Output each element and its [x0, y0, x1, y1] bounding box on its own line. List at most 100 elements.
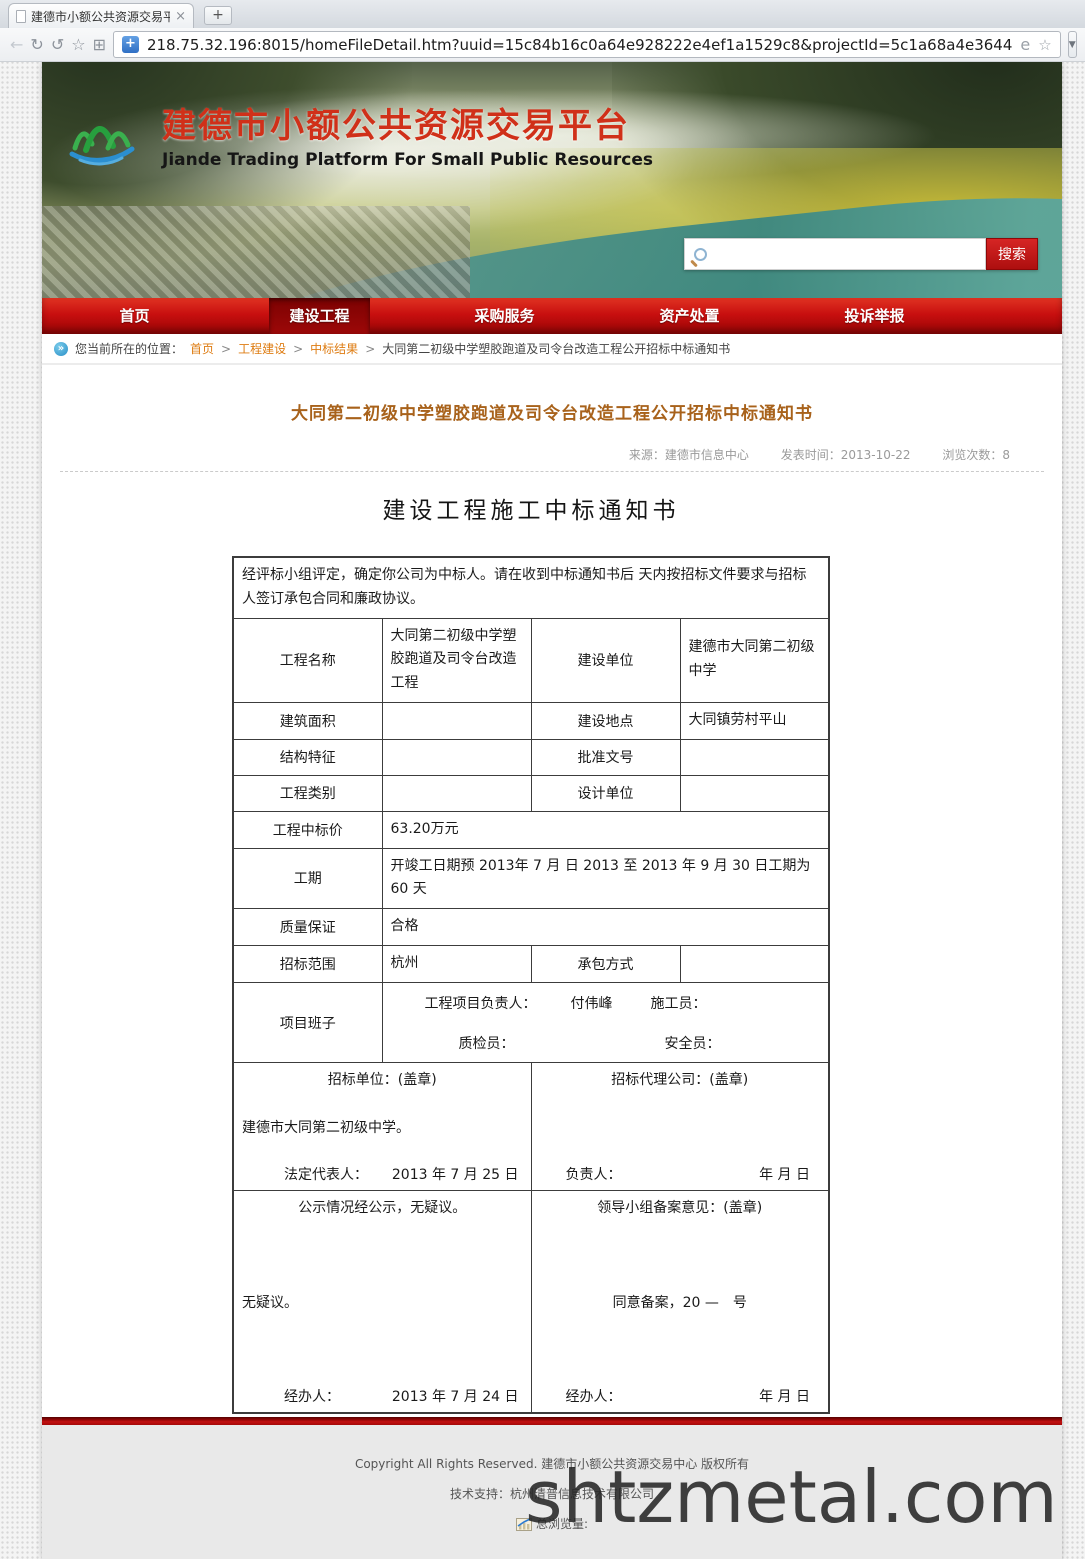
nav-item-construction[interactable]: 建设工程 [227, 298, 412, 334]
project-name-value: 大同第二初级中学塑胶跑道及司令台改造工程 [381, 617, 532, 703]
page-favicon-icon [16, 9, 26, 23]
table-row: 建筑面积 建设地点 大同镇劳村平山 [232, 701, 830, 740]
total-views-label: 总浏览量: [535, 1517, 589, 1531]
breadcrumb-separator: > [293, 341, 304, 356]
structure-label: 结构特征 [232, 738, 383, 776]
nav-item-assets[interactable]: 资产处置 [597, 298, 782, 334]
table-row-intro: 经评标小组评定，确定你公司为中标人。请在收到中标通知书后 天内按招标文件要求与招… [232, 556, 830, 619]
meta-date-label: 发表时间： [780, 448, 841, 462]
project-name-label: 工程名称 [232, 617, 383, 703]
breadcrumb-link-home[interactable]: 首页 [190, 340, 214, 357]
duration-value: 开竣工日期预 2013年 7 月 日 2013 至 2013 年 9 月 30 … [381, 847, 830, 910]
publicity-note: 无疑议。 [242, 1294, 298, 1311]
publicity-operator-label: 经办人： [284, 1388, 340, 1405]
nav-item-home[interactable]: 首页 [42, 298, 227, 334]
publicity-title: 公示情况经公示，无疑议。 [298, 1200, 467, 1217]
category-value [381, 774, 532, 812]
team-inspector-label: 质检员： [458, 1035, 515, 1052]
breadcrumb-link-construction[interactable]: 工程建设 [238, 340, 286, 357]
table-row-signatures-1: 招标单位：(盖章) 建德市大同第二初级中学。 法定代表人： 2013 年 7 月… [232, 1062, 830, 1192]
browser-chrome: 建德市小额公共资源交易平 × + ← ↻ ↺ ☆ ⊞ + 218.75.32.1… [0, 0, 1085, 62]
breadcrumb-separator: > [221, 341, 232, 356]
mountain-logo-icon [69, 126, 135, 166]
search-input[interactable] [715, 239, 976, 269]
nav-link-construction[interactable]: 建设工程 [269, 298, 370, 334]
approval-value [679, 738, 830, 776]
location-value: 大同镇劳村平山 [679, 701, 830, 740]
main-nav: 首页 建设工程 采购服务 资产处置 投诉举报 [42, 298, 1062, 334]
table-row: 工程中标价 63.20万元 [232, 810, 830, 849]
table-row: 工程名称 大同第二初级中学塑胶跑道及司令台改造工程 建设单位 建德市大同第二初级… [232, 617, 830, 703]
close-tab-icon[interactable]: × [175, 10, 186, 23]
url-dropdown-button[interactable]: ▼ [1067, 31, 1077, 58]
search-button[interactable]: 搜索 [986, 238, 1038, 270]
site-logo: 建德市小额公共资源交易平台 Jiande Trading Platform Fo… [68, 98, 653, 170]
team-line2: 质检员： 安全员： [391, 1033, 821, 1057]
category-label: 工程类别 [232, 774, 383, 812]
nav-item-complaints[interactable]: 投诉举报 [782, 298, 967, 334]
site-shield-icon: + [121, 36, 139, 53]
breadcrumb-arrow-icon: » [54, 341, 68, 356]
undo-icon[interactable]: ↺ [51, 33, 64, 57]
meta-views-label: 浏览次数： [942, 448, 1003, 462]
agency-head-label: 负责人： [565, 1167, 622, 1184]
intro-cell: 经评标小组评定，确定你公司为中标人。请在收到中标通知书后 天内按招标文件要求与招… [232, 556, 830, 619]
browser-tab[interactable]: 建德市小额公共资源交易平 × [8, 3, 194, 28]
quality-label: 质量保证 [232, 908, 383, 946]
nav-link-complaints[interactable]: 投诉举报 [824, 298, 924, 334]
tender-unit-name: 建德市大同第二初级中学。 [242, 1119, 410, 1136]
table-row: 工期 开竣工日期预 2013年 7 月 日 2013 至 2013 年 9 月 … [232, 847, 830, 910]
agency-cell: 招标代理公司：(盖章) 负责人： 年 月 日 [530, 1062, 830, 1192]
design-unit-value [679, 774, 830, 812]
team-builder-label: 施工员： [650, 995, 707, 1012]
bookmark-star-icon[interactable]: ☆ [71, 33, 85, 57]
agency-title: 招标代理公司：(盖章) [611, 1072, 749, 1089]
bid-price-value: 63.20万元 [381, 810, 830, 849]
stats-chart-icon [515, 1517, 532, 1531]
back-icon[interactable]: ← [10, 33, 23, 57]
table-row-signatures-2: 公示情况经公示，无疑议。 无疑议。 经办人： 2013 年 7 月 24 日 领… [232, 1190, 830, 1414]
team-label: 项目班子 [232, 981, 383, 1064]
compatibility-ie-icon[interactable]: e [1020, 35, 1030, 54]
notice-table: 经评标小组评定，确定你公司为中标人。请在收到中标通知书后 天内按招标文件要求与招… [232, 556, 830, 1414]
team-line1: 工程项目负责人： 付伟峰 施工员： [391, 993, 821, 1017]
apps-grid-icon[interactable]: ⊞ [93, 33, 106, 57]
meta-views: 浏览次数：8 [942, 448, 1010, 462]
meta-source-label: 来源： [628, 448, 665, 462]
breadcrumb-link-results[interactable]: 中标结果 [310, 340, 358, 357]
meta-date-value: 2013-10-22 [840, 448, 911, 462]
nav-link-home[interactable]: 首页 [99, 298, 169, 334]
location-label: 建设地点 [530, 701, 681, 740]
url-bar[interactable]: + 218.75.32.196:8015/homeFileDetail.htm?… [112, 31, 1061, 58]
favorite-star-icon[interactable]: ☆ [1038, 36, 1051, 54]
duration-label: 工期 [232, 847, 383, 910]
scope-value: 杭州 [381, 944, 532, 983]
table-row: 工程类别 设计单位 [232, 774, 830, 812]
total-views-line: 总浏览量: [42, 1515, 1062, 1532]
nav-item-procurement[interactable]: 采购服务 [412, 298, 597, 334]
search-magnifier-icon [694, 247, 707, 261]
table-row: 招标范围 杭州 承包方式 [232, 944, 830, 983]
dashed-divider [60, 471, 1044, 472]
nav-link-assets[interactable]: 资产处置 [639, 298, 739, 334]
breadcrumb-current: 大同第二初级中学塑胶跑道及司令台改造工程公开招标中标通知书 [382, 342, 731, 356]
breadcrumb: » 您当前所在的位置： 首页 > 工程建设 > 中标结果 > 大同第二初级中学塑… [42, 334, 1062, 365]
meta-views-value: 8 [1002, 448, 1010, 462]
site-identity: 建德市小额公共资源交易平台 Jiande Trading Platform Fo… [162, 98, 653, 170]
publicity-date: 2013 年 7 月 24 日 [391, 1388, 519, 1405]
meta-source-value: 建德市信息中心 [664, 448, 749, 462]
build-unit-label: 建设单位 [530, 617, 681, 703]
copyright-text: Copyright All Rights Reserved. 建德市小额公共资源… [354, 1457, 750, 1471]
tender-unit-title: 招标单位：(盖章) [327, 1072, 437, 1089]
site-subtitle: Jiande Trading Platform For Small Public… [162, 150, 654, 170]
site-title: 建德市小额公共资源交易平台 [162, 106, 630, 146]
build-unit-value: 建德市大同第二初级中学 [679, 617, 830, 703]
agency-date: 年 月 日 [759, 1167, 810, 1184]
new-tab-button[interactable]: + [204, 6, 232, 25]
search-area: 搜索 [684, 238, 1038, 270]
meta-date: 发表时间：2013-10-22 [781, 448, 911, 462]
url-text[interactable]: 218.75.32.196:8015/homeFileDetail.htm?uu… [147, 36, 1012, 54]
refresh-icon[interactable]: ↻ [30, 33, 43, 57]
nav-link-procurement[interactable]: 采购服务 [454, 298, 554, 334]
quality-value: 合格 [381, 908, 830, 946]
